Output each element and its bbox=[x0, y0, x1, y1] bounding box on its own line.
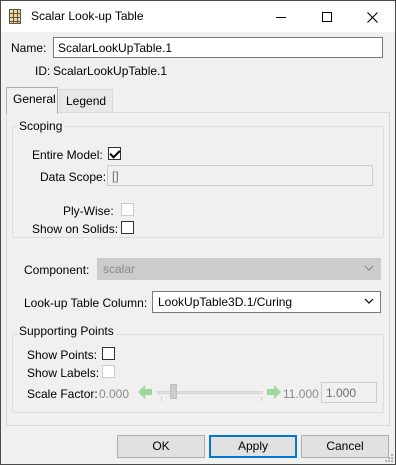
component-label: Component: bbox=[24, 263, 90, 277]
entire-model-label: Entire Model: bbox=[32, 148, 103, 162]
entire-model-checkbox[interactable] bbox=[108, 147, 121, 160]
chevron-down-icon bbox=[364, 265, 374, 271]
lookup-column-select[interactable]: LookUpTable3D.1/Curing bbox=[152, 291, 381, 313]
minimize-icon bbox=[276, 16, 286, 18]
maximize-button[interactable] bbox=[304, 1, 350, 32]
scale-factor-input[interactable]: 1.000 bbox=[321, 382, 377, 403]
scale-factor-label: Scale Factor: bbox=[27, 387, 98, 401]
name-label: Name: bbox=[11, 41, 47, 55]
scoping-group-title: Scoping bbox=[17, 119, 65, 133]
scale-factor-max: 11.000 bbox=[283, 387, 319, 401]
maximize-icon bbox=[322, 12, 332, 23]
data-scope-label: Data Scope: bbox=[40, 170, 107, 184]
tab-legend[interactable]: Legend bbox=[59, 89, 113, 113]
close-icon bbox=[366, 11, 378, 23]
slider-tick bbox=[261, 397, 262, 401]
show-points-label: Show Points: bbox=[27, 348, 98, 362]
close-button[interactable] bbox=[349, 1, 395, 32]
lookup-column-value: LookUpTable3D.1/Curing bbox=[158, 295, 293, 309]
apply-button[interactable]: Apply bbox=[209, 435, 297, 458]
show-points-checkbox[interactable] bbox=[102, 347, 115, 360]
show-labels-checkbox[interactable] bbox=[102, 365, 115, 378]
supporting-points-title: Supporting Points bbox=[17, 324, 116, 338]
data-scope-input[interactable]: [] bbox=[107, 165, 373, 186]
window-title: Scalar Look-up Table bbox=[31, 9, 144, 23]
arrow-left-icon[interactable] bbox=[137, 384, 153, 400]
slider-thumb[interactable] bbox=[170, 384, 177, 399]
name-input[interactable]: ScalarLookUpTable.1 bbox=[53, 37, 383, 58]
cancel-button[interactable]: Cancel bbox=[301, 435, 389, 458]
minimize-button[interactable] bbox=[258, 1, 304, 32]
slider-tick bbox=[161, 397, 162, 401]
id-value: ScalarLookUpTable.1 bbox=[53, 64, 168, 78]
id-label: ID: bbox=[35, 64, 51, 78]
ply-wise-label: Ply-Wise: bbox=[63, 204, 114, 218]
show-on-solids-label: Show on Solids: bbox=[32, 222, 119, 236]
ok-button[interactable]: OK bbox=[117, 435, 205, 458]
show-on-solids-checkbox[interactable] bbox=[121, 221, 134, 234]
ply-wise-checkbox[interactable] bbox=[121, 203, 134, 216]
component-value: scalar bbox=[103, 262, 136, 276]
resize-grip-icon[interactable] bbox=[383, 452, 393, 462]
show-labels-label: Show Labels: bbox=[27, 366, 100, 380]
chevron-down-icon bbox=[364, 298, 374, 304]
table-icon bbox=[9, 9, 21, 24]
lookup-column-label: Look-up Table Column: bbox=[24, 296, 148, 310]
component-select[interactable]: scalar bbox=[97, 258, 381, 280]
title-bar[interactable]: Scalar Look-up Table bbox=[1, 1, 395, 32]
dialog-window: Scalar Look-up Table Name: ScalarLookUpT… bbox=[0, 0, 396, 465]
tab-general[interactable]: General bbox=[6, 87, 58, 114]
tab-panel-general: Scoping Entire Model: Data Scope: [] Ply… bbox=[6, 112, 390, 426]
scale-factor-min: 0.000 bbox=[99, 387, 130, 401]
arrow-right-icon[interactable] bbox=[266, 384, 282, 400]
